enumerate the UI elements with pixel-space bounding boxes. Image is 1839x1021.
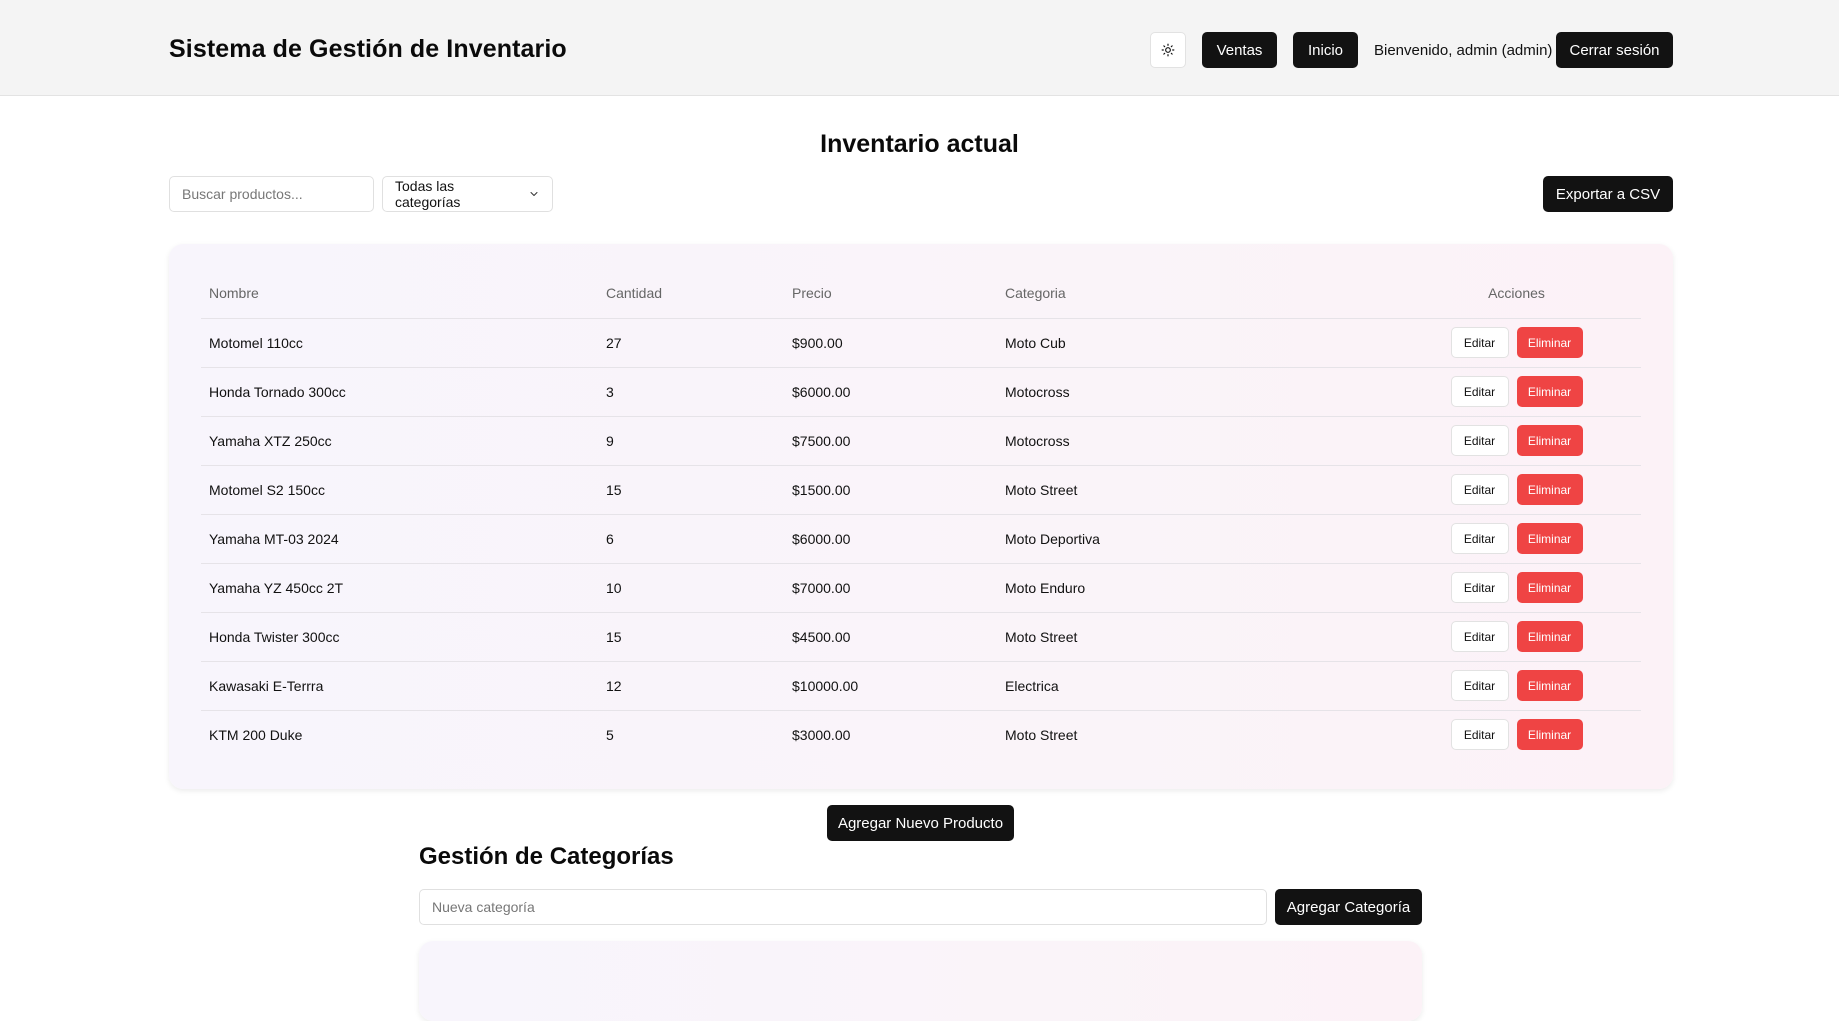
edit-button[interactable]: Editar — [1450, 719, 1509, 751]
cell-acciones: Editar Eliminar — [1392, 416, 1641, 466]
delete-button[interactable]: Eliminar — [1516, 376, 1583, 407]
add-product-button[interactable]: Agregar Nuevo Producto — [827, 805, 1014, 841]
delete-button[interactable]: Eliminar — [1516, 719, 1583, 751]
cell-cantidad: 12 — [598, 661, 784, 711]
add-category-button[interactable]: Agregar Categoría — [1275, 889, 1422, 925]
inventory-table-card: Nombre Cantidad Precio Categoria Accione… — [169, 244, 1673, 789]
table-row: Yamaha YZ 450cc 2T 10 $7000.00 Moto Endu… — [201, 563, 1641, 613]
edit-button[interactable]: Editar — [1450, 474, 1509, 505]
cell-precio: $6000.00 — [784, 367, 997, 417]
category-filter-value: Todas las categorías — [395, 178, 461, 210]
edit-button[interactable]: Editar — [1450, 376, 1509, 407]
cell-categoria: Electrica — [997, 661, 1392, 711]
cell-cantidad: 15 — [598, 465, 784, 515]
cell-precio: $3000.00 — [792, 726, 851, 743]
cell-acciones: Editar Eliminar — [1392, 612, 1641, 662]
categories-section-title: Gestión de Categorías — [419, 843, 674, 870]
edit-button[interactable]: Editar — [1450, 327, 1509, 358]
cell-precio: $1500.00 — [784, 465, 997, 515]
table-row: Yamaha XTZ 250cc 9 $7500.00 Motocross Ed… — [201, 416, 1641, 466]
cell-precio: $7500.00 — [784, 416, 997, 466]
cell-cantidad: 9 — [598, 416, 784, 466]
column-header-cantidad: Cantidad — [598, 268, 784, 319]
app-header: Sistema de Gestión de Inventario Ventas … — [0, 0, 1839, 96]
search-input[interactable] — [169, 176, 374, 212]
nav-inicio-button[interactable]: Inicio — [1293, 32, 1358, 68]
cell-acciones: Editar Eliminar — [1392, 563, 1641, 613]
edit-button[interactable]: Editar — [1450, 621, 1509, 652]
cell-categoria: Moto Street — [997, 465, 1392, 515]
cell-categoria: Motocross — [997, 416, 1392, 466]
cell-precio: $900.00 — [784, 318, 997, 368]
cell-precio: $10000.00 — [784, 661, 997, 711]
cell-nombre: Honda Twister 300cc — [201, 612, 598, 662]
delete-button[interactable]: Eliminar — [1516, 670, 1583, 701]
cell-cantidad: 6 — [598, 514, 784, 564]
cell-precio: $6000.00 — [784, 514, 997, 564]
delete-button[interactable]: Eliminar — [1516, 621, 1583, 652]
edit-button[interactable]: Editar — [1450, 425, 1509, 456]
cell-categoria: Moto Cub — [997, 318, 1392, 368]
cell-nombre: Honda Tornado 300cc — [201, 367, 598, 417]
cell-nombre: Yamaha MT-03 2024 — [201, 514, 598, 564]
cell-nombre: Motomel 110cc — [201, 318, 598, 368]
logout-button[interactable]: Cerrar sesión — [1556, 32, 1673, 68]
cell-cantidad: 10 — [598, 563, 784, 613]
delete-button[interactable]: Eliminar — [1516, 572, 1583, 603]
table-row: Kawasaki E-Terrra 12 $10000.00 Electrica… — [201, 661, 1641, 711]
delete-button[interactable]: Eliminar — [1516, 327, 1583, 358]
edit-button[interactable]: Editar — [1450, 670, 1509, 701]
cell-cantidad: 5 — [606, 726, 614, 743]
categories-list-card — [419, 941, 1422, 1021]
cell-precio: $4500.00 — [784, 612, 997, 662]
sun-icon — [1161, 43, 1175, 57]
edit-button[interactable]: Editar — [1450, 523, 1509, 554]
delete-button[interactable]: Eliminar — [1516, 425, 1583, 456]
table-row: Yamaha MT-03 2024 6 $6000.00 Moto Deport… — [201, 514, 1641, 564]
column-header-precio: Precio — [784, 268, 997, 319]
app-title: Sistema de Gestión de Inventario — [169, 35, 567, 63]
welcome-text: Bienvenido, admin (admin) — [1374, 42, 1553, 59]
column-header-categoria: Categoria — [997, 268, 1392, 319]
column-header-nombre: Nombre — [201, 268, 598, 319]
cell-cantidad: 15 — [598, 612, 784, 662]
cell-acciones: Editar Eliminar — [1392, 514, 1641, 564]
cell-categoria: Moto Deportiva — [997, 514, 1392, 564]
cell-acciones: Editar Eliminar — [1392, 661, 1641, 711]
cell-categoria: Moto Street — [997, 612, 1392, 662]
column-header-acciones: Acciones — [1392, 268, 1641, 319]
edit-button[interactable]: Editar — [1450, 572, 1509, 603]
chevron-down-icon — [528, 188, 540, 200]
cell-nombre: Yamaha XTZ 250cc — [201, 416, 598, 466]
export-csv-button[interactable]: Exportar a CSV — [1543, 176, 1673, 212]
category-filter-select[interactable]: Todas las categorías — [382, 176, 553, 212]
nav-ventas-button[interactable]: Ventas — [1202, 32, 1277, 68]
table-row: Motomel S2 150cc 15 $1500.00 Moto Street… — [201, 465, 1641, 515]
cell-precio: $7000.00 — [784, 563, 997, 613]
table-row: Honda Tornado 300cc 3 $6000.00 Motocross… — [201, 367, 1641, 417]
cell-categoria: Moto Street — [1005, 726, 1078, 743]
cell-nombre: KTM 200 Duke — [209, 726, 303, 743]
cell-acciones: Editar Eliminar — [1392, 318, 1641, 368]
table-header-row: Nombre Cantidad Precio Categoria Accione… — [201, 268, 1641, 319]
delete-button[interactable]: Eliminar — [1516, 474, 1583, 505]
cell-acciones: Editar Eliminar — [1392, 367, 1641, 417]
page-title: Inventario actual — [820, 130, 1019, 158]
cell-nombre: Yamaha YZ 450cc 2T — [201, 563, 598, 613]
cell-nombre: Kawasaki E-Terrra — [201, 661, 598, 711]
table-row: Honda Twister 300cc 15 $4500.00 Moto Str… — [201, 612, 1641, 662]
cell-categoria: Moto Enduro — [997, 563, 1392, 613]
cell-cantidad: 27 — [598, 318, 784, 368]
cell-acciones: Editar Eliminar — [1392, 465, 1641, 515]
table-row: KTM 200 Duke 5 $3000.00 Moto Street Edit… — [201, 710, 1641, 759]
inventory-table: Nombre Cantidad Precio Categoria Accione… — [201, 268, 1641, 759]
new-category-input[interactable] — [419, 889, 1267, 925]
cell-nombre: Motomel S2 150cc — [201, 465, 598, 515]
cell-acciones: Editar Eliminar — [1392, 710, 1641, 759]
cell-cantidad: 3 — [598, 367, 784, 417]
theme-toggle-button[interactable] — [1150, 32, 1186, 68]
delete-button[interactable]: Eliminar — [1516, 523, 1583, 554]
table-row: Motomel 110cc 27 $900.00 Moto Cub Editar… — [201, 318, 1641, 368]
cell-categoria: Motocross — [997, 367, 1392, 417]
